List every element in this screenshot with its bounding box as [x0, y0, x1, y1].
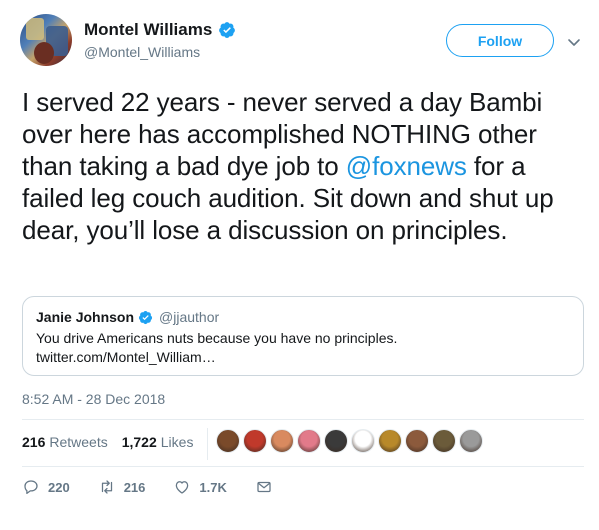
liker-avatars — [216, 429, 486, 453]
author-display-name[interactable]: Montel Williams — [84, 20, 212, 40]
heart-icon — [176, 481, 189, 494]
stats-separator — [207, 428, 208, 460]
author-name-row: Montel Williams — [84, 20, 236, 40]
mention-link[interactable]: @foxnews — [346, 151, 467, 181]
quoted-author-name: Janie Johnson — [36, 309, 135, 325]
retweets-label: Retweets — [49, 434, 108, 450]
liker-avatar-10[interactable] — [459, 429, 483, 453]
quoted-author-row: Janie Johnson @jjauthor — [36, 309, 219, 325]
chevron-down-icon[interactable] — [566, 34, 582, 50]
tweet-actions: 220 216 1.7K — [22, 478, 309, 496]
like-count: 1.7K — [199, 479, 227, 495]
liker-avatar-5[interactable] — [324, 429, 348, 453]
envelope-icon — [257, 481, 271, 493]
retweet-icon — [101, 480, 112, 494]
reply-icon — [24, 480, 38, 495]
liker-avatar-9[interactable] — [432, 429, 456, 453]
tweet-stats: 216 Retweets 1,722 Likes — [22, 434, 193, 450]
divider-bottom — [22, 466, 584, 467]
liker-avatar-7[interactable] — [378, 429, 402, 453]
liker-avatar-6[interactable] — [351, 429, 375, 453]
author-avatar[interactable] — [20, 14, 72, 66]
retweet-count: 216 — [123, 479, 146, 495]
quoted-tweet-text: You drive Americans nuts because you hav… — [36, 330, 398, 346]
retweet-button[interactable]: 216 — [98, 478, 146, 496]
quoted-author-handle: @jjauthor — [159, 309, 220, 325]
tweet-timestamp[interactable]: 8:52 AM - 28 Dec 2018 — [22, 391, 165, 407]
follow-button[interactable]: Follow — [446, 24, 554, 57]
liker-avatar-1[interactable] — [216, 429, 240, 453]
reply-count: 220 — [48, 479, 70, 495]
reply-button[interactable]: 220 — [22, 478, 70, 496]
author-handle[interactable]: @Montel_Williams — [84, 44, 200, 60]
tweet-text: I served 22 years - never served a day B… — [22, 86, 582, 246]
likes-count: 1,722 — [121, 434, 157, 450]
likes-label: Likes — [160, 434, 194, 450]
liker-avatar-2[interactable] — [243, 429, 267, 453]
quoted-verified-badge-icon — [138, 310, 153, 324]
divider-top — [22, 419, 584, 420]
tweet-header: Montel Williams @Montel_Williams Follow — [20, 14, 586, 74]
quoted-tweet[interactable]: Janie Johnson @jjauthor You drive Americ… — [22, 296, 584, 376]
liker-avatar-3[interactable] — [270, 429, 294, 453]
liker-avatar-4[interactable] — [297, 429, 321, 453]
retweets-count: 216 — [22, 434, 46, 450]
retweets-stat[interactable]: 216 Retweets — [22, 434, 108, 450]
likes-stat[interactable]: 1,722 Likes — [122, 434, 194, 450]
direct-message-button[interactable] — [255, 478, 281, 496]
verified-badge-icon — [219, 22, 236, 38]
quoted-tweet-link[interactable]: twitter.com/Montel_William… — [36, 348, 216, 367]
liker-avatar-8[interactable] — [405, 429, 429, 453]
like-button[interactable]: 1.7K — [173, 478, 227, 496]
